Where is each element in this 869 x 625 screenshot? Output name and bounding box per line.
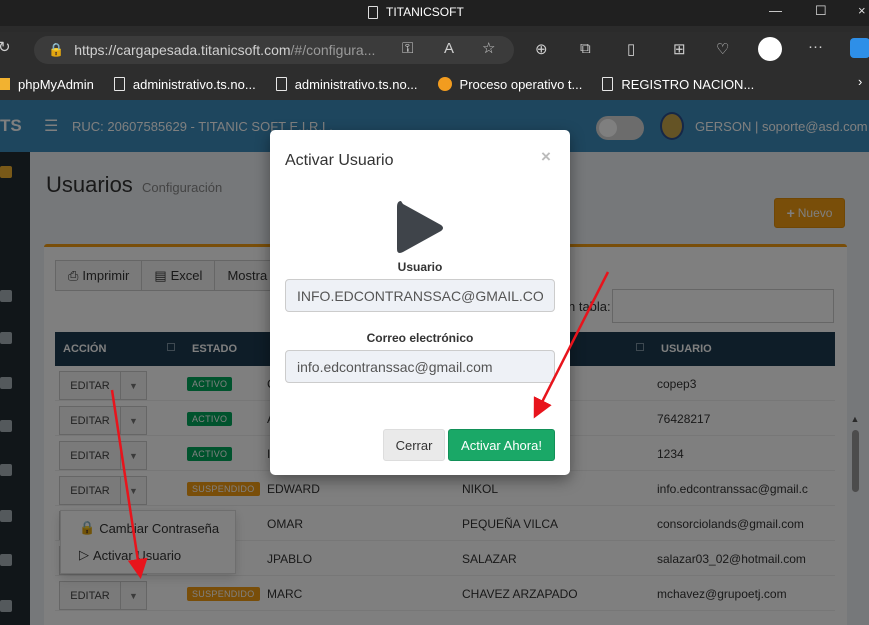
split-screen-icon[interactable]: ▯ — [627, 40, 635, 58]
bookmark-registro-nacional[interactable]: REGISTRO NACION... — [602, 77, 754, 92]
document-icon — [275, 77, 287, 91]
bookmark-label: phpMyAdmin — [18, 76, 94, 92]
bookmark-label: Proceso operativo t... — [459, 76, 583, 92]
activate-now-button[interactable]: Activar Ahora! — [448, 429, 555, 461]
close-window-icon[interactable]: × — [858, 3, 866, 18]
maximize-icon[interactable]: ☐ — [815, 3, 827, 19]
extensions-icon[interactable]: ⧉ — [580, 40, 591, 57]
page-icon — [368, 5, 378, 19]
address-bar: ↻ 🔒 https://cargapesada.titanicsoft.com /… — [0, 32, 869, 68]
url-field[interactable]: 🔒 https://cargapesada.titanicsoft.com/#/… — [34, 36, 514, 64]
bookmark-phpmyadmin[interactable]: phpMyAdmin — [18, 77, 94, 92]
window-title-text: TITANICSOFT — [386, 5, 464, 19]
document-icon — [113, 77, 125, 91]
bookmarks-bar: phpMyAdmin administrativo.ts.no... admin… — [0, 68, 869, 100]
chevron-right-icon[interactable]: › — [858, 74, 862, 89]
bookmark-proceso-operativo[interactable]: Proceso operativo t... — [437, 76, 583, 92]
lock-icon: 🔒 — [48, 42, 65, 57]
bookmark-label: REGISTRO NACION... — [621, 76, 755, 92]
favorite-star-icon[interactable]: ☆ — [482, 39, 495, 57]
profile-avatar[interactable] — [758, 37, 782, 61]
more-menu-icon[interactable]: ··· — [808, 38, 823, 55]
url-host: https://cargapesada.titanicsoft.com — [74, 42, 291, 58]
modal-title: Activar Usuario — [285, 152, 394, 169]
play-icon — [397, 201, 443, 253]
minimize-icon[interactable]: — — [769, 3, 782, 18]
email-field[interactable] — [285, 350, 555, 383]
bookmark-administrativo-1[interactable]: administrativo.ts.no... — [113, 76, 256, 92]
modal-close-icon[interactable]: × — [541, 147, 551, 167]
usuario-label: Usuario — [397, 260, 443, 274]
extension-robot-icon[interactable]: ⊕ — [535, 40, 548, 58]
activate-user-modal: Activar Usuario × Usuario Correo electró… — [270, 130, 570, 475]
key-icon[interactable]: ⚿ — [402, 40, 413, 57]
window-title: TITANICSOFT — [368, 5, 464, 19]
document-icon — [602, 77, 614, 91]
close-button[interactable]: Cerrar — [383, 429, 445, 461]
usuario-field[interactable] — [285, 279, 555, 312]
refresh-icon[interactable]: ↻ — [0, 38, 11, 56]
copilot-icon[interactable] — [850, 38, 869, 58]
bookmark-folder-icon[interactable] — [0, 78, 10, 90]
bookmark-label: administrativo.ts.no... — [132, 76, 256, 92]
read-aloud-icon[interactable]: A — [444, 40, 454, 57]
email-label: Correo electrónico — [366, 331, 474, 345]
browser-titlebar: TITANICSOFT — ☐ × — [0, 0, 869, 26]
bookmark-label: administrativo.ts.no... — [294, 76, 418, 92]
health-icon[interactable]: ♡ — [716, 40, 729, 58]
url-path: /#/configura... — [290, 42, 376, 58]
bookmark-administrativo-2[interactable]: administrativo.ts.no... — [275, 76, 418, 92]
collections-icon[interactable]: ⊞ — [673, 40, 686, 58]
biohazard-icon — [437, 77, 452, 91]
